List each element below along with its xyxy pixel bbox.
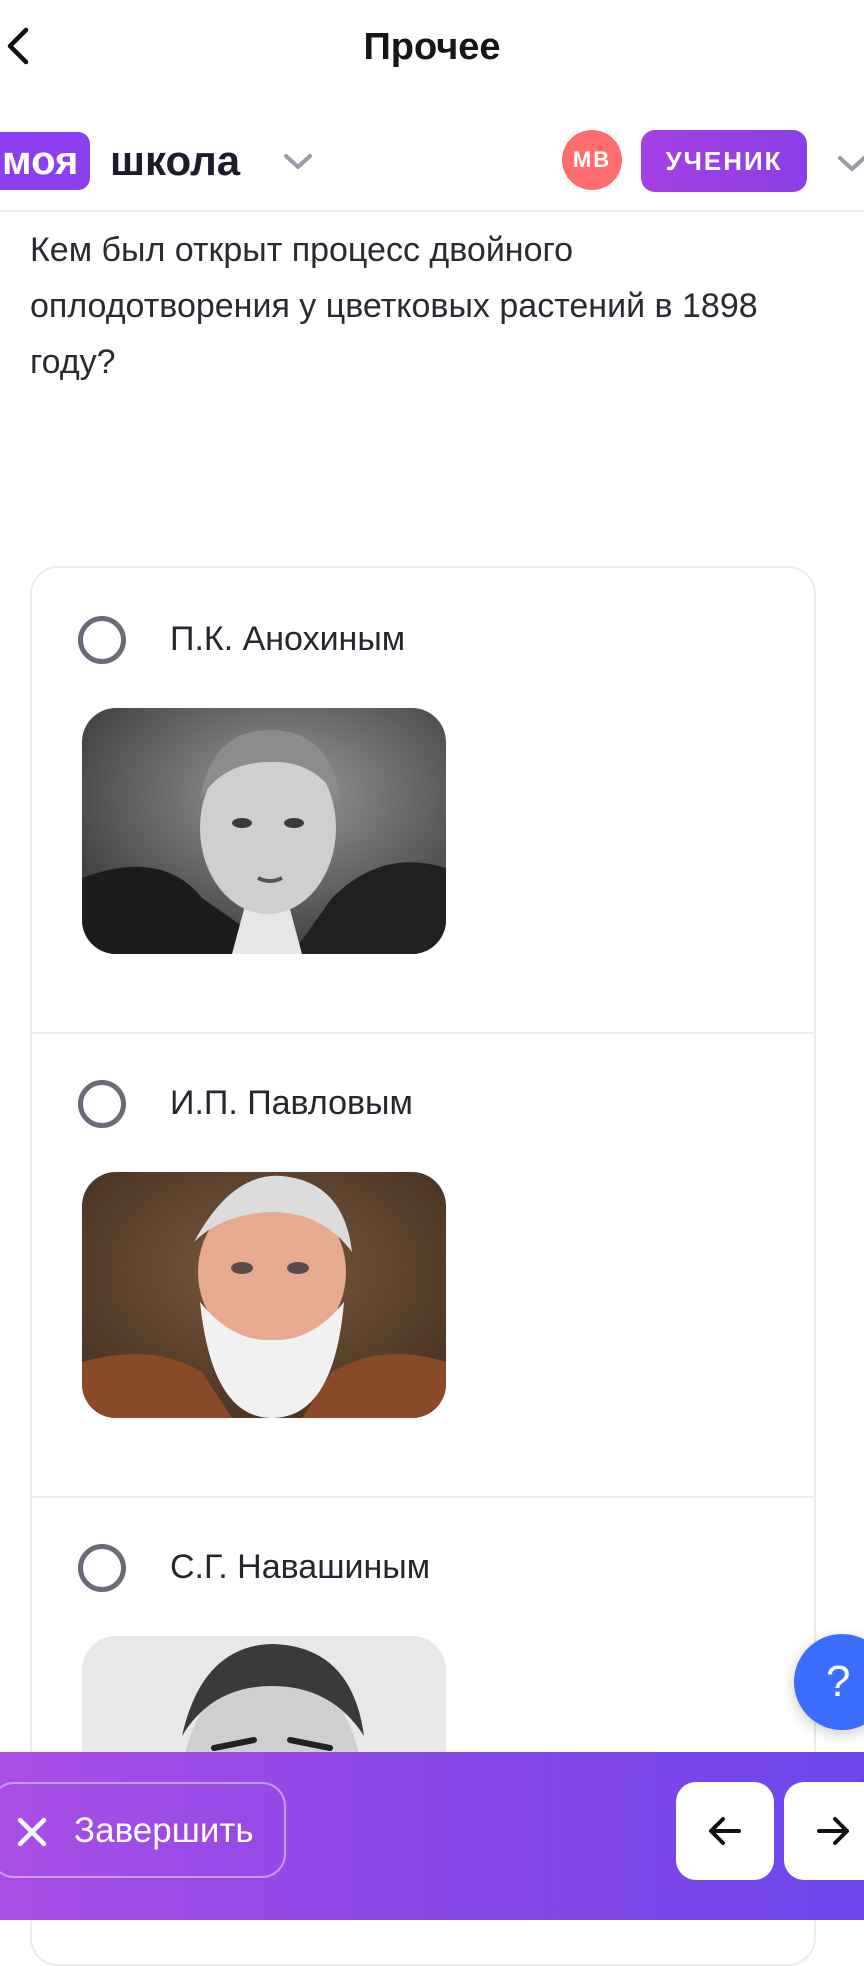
prev-button[interactable]: [676, 1782, 774, 1880]
next-button[interactable]: [784, 1782, 864, 1880]
portrait-image: [82, 1172, 446, 1418]
role-button[interactable]: УЧЕНИК: [641, 130, 807, 192]
finish-button[interactable]: Завершить: [0, 1782, 286, 1878]
footer-bar: Завершить: [0, 1752, 864, 1920]
page-title: Прочее: [363, 26, 501, 68]
chevron-down-icon[interactable]: [280, 150, 316, 174]
option-label: П.К. Анохиным: [170, 620, 406, 658]
question-text: Кем был открыт процесс двойного оплодотв…: [30, 231, 758, 381]
answer-option[interactable]: И.П. Павловым: [32, 1032, 814, 1498]
finish-label: Завершить: [74, 1811, 254, 1850]
option-label: И.П. Павловым: [170, 1084, 413, 1122]
chevron-down-icon[interactable]: [834, 152, 864, 176]
brand-bar: моя школа МВ УЧЕНИК: [0, 112, 864, 210]
header-divider: [0, 210, 864, 212]
option-label: С.Г. Навашиным: [170, 1548, 431, 1586]
avatar[interactable]: МВ: [562, 130, 622, 190]
radio-button[interactable]: [78, 1544, 126, 1592]
top-bar: Прочее: [0, 0, 864, 96]
logo-word: школа: [110, 137, 241, 184]
arrow-right-icon: [817, 1817, 849, 1845]
logo-highlight: моя: [0, 132, 91, 190]
radio-button[interactable]: [78, 616, 126, 664]
radio-button[interactable]: [78, 1080, 126, 1128]
arrow-left-icon: [709, 1817, 741, 1845]
close-icon: [17, 1817, 47, 1847]
answer-option[interactable]: П.К. Анохиным: [32, 568, 814, 1034]
portrait-image: [82, 708, 446, 954]
